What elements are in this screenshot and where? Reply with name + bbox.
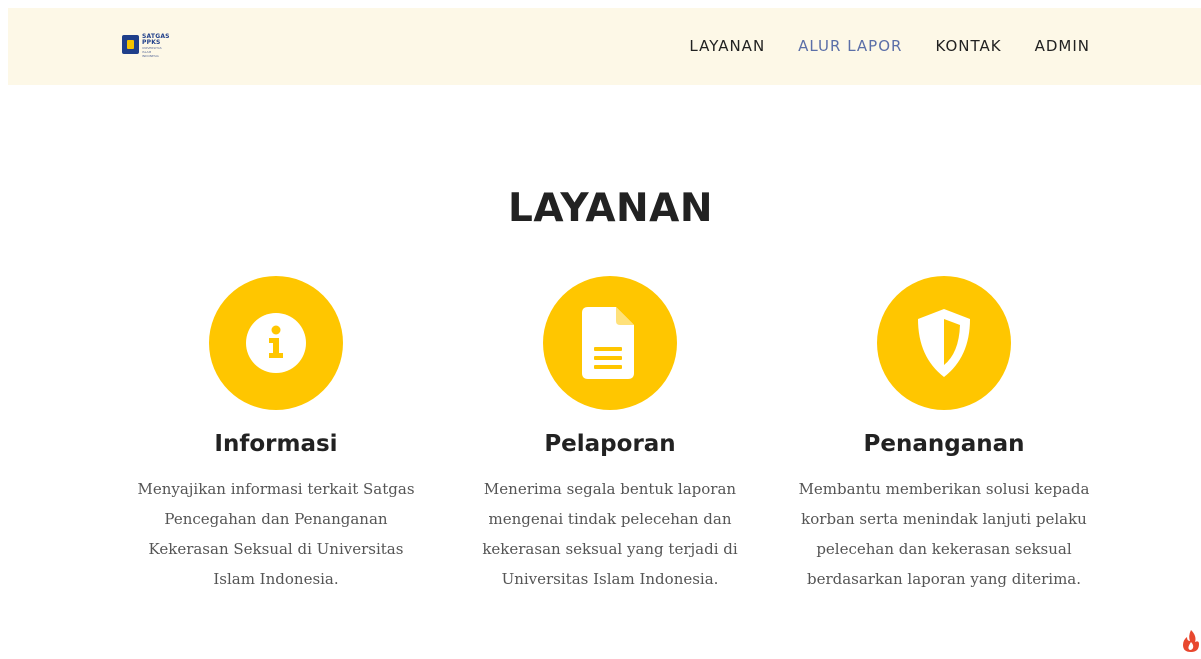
nav-link-alur-lapor[interactable]: ALUR LAPOR: [798, 36, 902, 56]
logo-line-5: INDONESIA: [142, 54, 159, 58]
service-card-penanganan: Penanganan Membantu memberikan solusi ke…: [784, 276, 1104, 594]
card-title: Pelaporan: [544, 431, 676, 457]
info-icon: [246, 313, 306, 373]
navbar: SATGAS PPKS UNIVERSITAS ISLAM INDONESIA …: [8, 8, 1201, 85]
section-title: LAYANAN: [508, 186, 713, 231]
card-title: Penanganan: [863, 431, 1025, 457]
card-description: Menerima segala bentuk laporan mengenai …: [482, 480, 738, 588]
logo-text: SATGAS PPKS UNIVERSITAS ISLAM INDONESIA: [142, 34, 170, 58]
nav-link-kontak[interactable]: KONTAK: [935, 36, 1001, 56]
service-card-pelaporan: Pelaporan Menerima segala bentuk laporan…: [450, 276, 770, 594]
nav-link-layanan[interactable]: LAYANAN: [689, 36, 765, 56]
service-card-informasi: Informasi Menyajikan informasi terkait S…: [116, 276, 436, 594]
satgas-ppks-logo[interactable]: SATGAS PPKS UNIVERSITAS ISLAM INDONESIA: [122, 34, 182, 60]
main-nav: LAYANAN ALUR LAPOR KONTAK ADMIN: [656, 36, 1090, 56]
document-icon: [582, 307, 634, 379]
shield-icon: [918, 309, 970, 377]
nav-link-admin[interactable]: ADMIN: [1035, 36, 1090, 56]
card-title: Informasi: [214, 431, 338, 457]
flame-icon[interactable]: [1181, 628, 1201, 654]
card-description: Menyajikan informasi terkait Satgas Penc…: [137, 480, 415, 588]
info-icon-circle: [209, 276, 343, 410]
document-icon-circle: [543, 276, 677, 410]
card-description: Membantu memberikan solusi kepada korban…: [798, 480, 1090, 588]
shield-icon-circle: [877, 276, 1011, 410]
logo-emblem-icon: [122, 35, 139, 54]
